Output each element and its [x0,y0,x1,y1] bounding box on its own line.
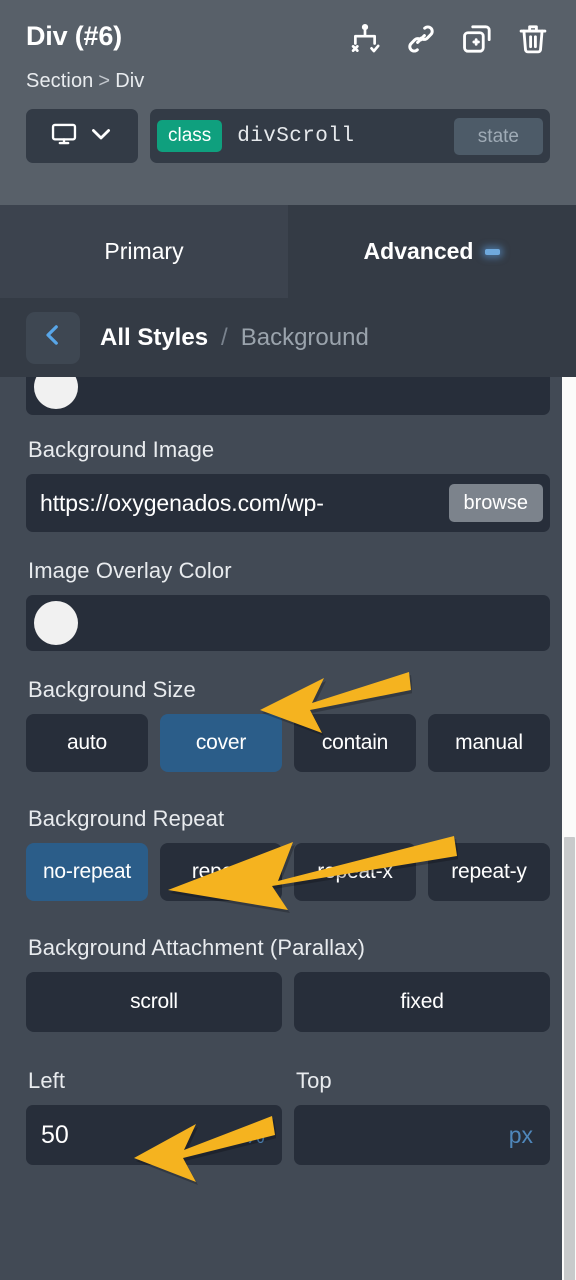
trash-icon[interactable] [516,22,550,56]
panel-scrollbar-track[interactable] [562,377,576,1280]
breadcrumb-parent[interactable]: Section [26,70,93,92]
background-color-field[interactable] [26,377,550,415]
class-badge[interactable]: class [157,120,223,152]
chevron-left-icon [40,322,66,353]
background-attachment-block: Background Attachment (Parallax) scroll … [26,935,550,1032]
background-size-block: Background Size auto cover contain manua… [26,677,550,772]
background-position-block: Left Top 50 % px [26,1068,550,1165]
device-selector[interactable] [26,109,138,163]
background-position-fields: 50 % px [26,1105,550,1165]
styles-breadcrumb: All Styles / Background [100,324,369,352]
background-image-block: Background Image https://oxygenados.com/… [26,437,550,532]
class-selector[interactable]: class divScroll state [150,109,550,163]
chevron-down-icon [87,120,115,153]
position-left-unit[interactable]: % [245,1122,265,1149]
image-overlay-color-label: Image Overlay Color [28,558,232,583]
tab-advanced[interactable]: Advanced [288,205,576,298]
position-top-unit[interactable]: px [509,1122,533,1149]
background-repeat-options: no-repeat repeat repeat-x repeat-y [26,843,550,901]
position-top-field[interactable]: px [294,1105,550,1165]
background-attachment-label: Background Attachment (Parallax) [28,935,366,960]
background-repeat-label: Background Repeat [28,806,225,831]
background-attachment-options: scroll fixed [26,972,550,1032]
tab-primary-label: Primary [104,238,184,264]
image-overlay-color-field[interactable] [26,595,550,651]
background-image-label: Background Image [28,437,215,462]
breadcrumb-slash: / [221,323,228,351]
position-left-label: Left [28,1068,66,1093]
background-size-option-contain[interactable]: contain [294,714,416,772]
monitor-icon [50,120,78,153]
background-size-option-manual[interactable]: manual [428,714,550,772]
breadcrumb-background: Background [240,323,369,351]
styles-breadcrumb-bar: All Styles / Background [0,298,576,377]
tab-primary[interactable]: Primary [0,205,288,298]
background-repeat-option-repeat-y[interactable]: repeat-y [428,843,550,901]
panel-scrollbar-thumb[interactable] [564,837,575,1280]
breadcrumb-all-styles[interactable]: All Styles [100,324,208,352]
background-image-field[interactable]: https://oxygenados.com/wp- browse [26,474,550,532]
styles-panel-content: Background Image https://oxygenados.com/… [0,377,576,1165]
background-size-label: Background Size [28,677,196,702]
image-overlay-color-block: Image Overlay Color [26,558,550,651]
tab-advanced-label: Advanced [363,238,474,264]
background-repeat-option-repeat-x[interactable]: repeat-x [294,843,416,901]
link-icon[interactable] [404,22,438,56]
background-size-option-cover[interactable]: cover [160,714,282,772]
duplicate-icon[interactable] [460,22,494,56]
browse-button[interactable]: browse [448,484,543,522]
header-top-row: Div (#6) [26,18,550,56]
position-left-field[interactable]: 50 % [26,1105,282,1165]
minus-dash-icon [485,248,501,255]
tab-bar: Primary Advanced [0,205,576,298]
background-repeat-block: Background Repeat no-repeat repeat repea… [26,806,550,901]
element-breadcrumb: Section > Div [26,70,550,93]
header-actions [348,18,550,56]
image-overlay-color-swatch[interactable] [34,601,78,645]
element-header: Div (#6) Section > Div class divScroll s… [0,0,576,205]
background-attachment-option-scroll[interactable]: scroll [26,972,282,1032]
background-size-option-auto[interactable]: auto [26,714,148,772]
page-title: Div (#6) [26,21,122,51]
breadcrumb-current[interactable]: Div [115,70,144,92]
state-button[interactable]: state [453,117,543,155]
background-image-input[interactable]: https://oxygenados.com/wp- [40,490,441,517]
background-repeat-option-no-repeat[interactable]: no-repeat [26,843,148,901]
background-size-options: auto cover contain manual [26,714,550,772]
background-color-swatch[interactable] [34,377,78,409]
background-repeat-option-repeat[interactable]: repeat [160,843,282,901]
sitemap-conditions-icon[interactable] [348,22,382,56]
background-attachment-option-fixed[interactable]: fixed [294,972,550,1032]
class-name-input[interactable]: divScroll [237,125,439,148]
background-color-field-block [26,377,550,415]
position-left-input[interactable]: 50 [41,1121,245,1150]
styles-panel: Background Image https://oxygenados.com/… [0,377,576,1280]
selector-row: class divScroll state [26,109,550,163]
oxygen-builder-panel: Div (#6) Section > Div class divScroll s… [0,0,576,1280]
back-button[interactable] [26,311,80,364]
position-top-label: Top [296,1068,332,1093]
breadcrumb-separator: > [98,70,111,92]
background-position-labels: Left Top [26,1068,550,1105]
